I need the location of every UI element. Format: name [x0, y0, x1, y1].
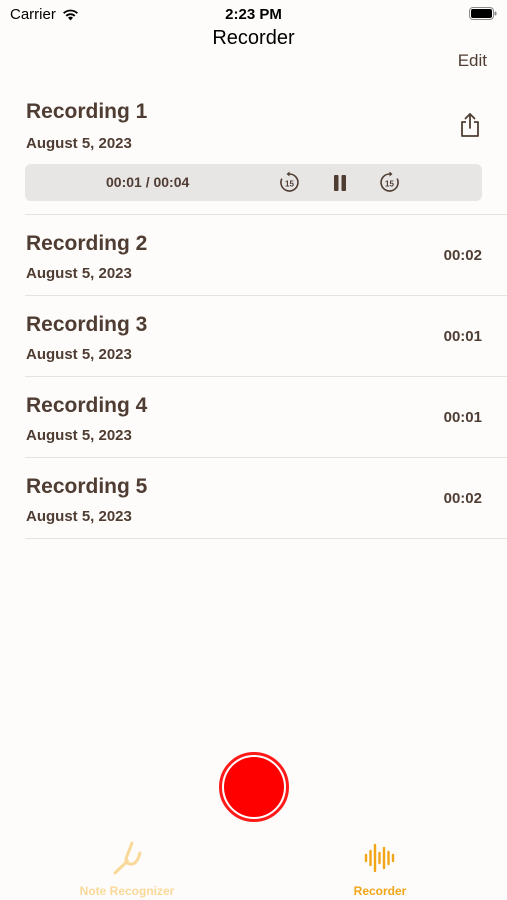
recording-row-4[interactable]: Recording 4 August 5, 2023 00:01: [25, 377, 507, 458]
recording-row-3[interactable]: Recording 3 August 5, 2023 00:01: [25, 296, 507, 377]
recording-title: Recording 3: [26, 313, 148, 336]
recording-duration: 00:01: [443, 328, 482, 345]
tuning-fork-icon: [113, 841, 142, 875]
battery-icon: [469, 7, 497, 24]
svg-text:15: 15: [385, 180, 394, 189]
share-icon[interactable]: [458, 112, 482, 138]
svg-text:15: 15: [285, 180, 294, 189]
page-title: Recorder: [212, 27, 295, 49]
tab-label: Recorder: [353, 884, 407, 898]
skip-back-15-icon[interactable]: 15: [278, 171, 301, 194]
playback-time: 00:01 / 00:04: [106, 174, 190, 190]
audio-player: 00:01 / 00:04 15 15: [25, 164, 482, 201]
tab-bar: Note Recognizer Recorder: [0, 840, 507, 900]
skip-forward-15-icon[interactable]: 15: [378, 171, 401, 194]
recording-row-1[interactable]: Recording 1 August 5, 2023 00:01 / 00:04…: [25, 82, 507, 215]
recording-date: August 5, 2023: [26, 265, 132, 282]
status-time: 2:23 PM: [225, 6, 282, 23]
recording-title: Recording 5: [26, 475, 148, 498]
recording-duration: 00:01: [443, 409, 482, 426]
recording-row-2[interactable]: Recording 2 August 5, 2023 00:02: [25, 215, 507, 296]
pause-icon[interactable]: [332, 174, 348, 192]
waveform-icon: [364, 843, 395, 873]
recording-date: August 5, 2023: [26, 135, 132, 152]
recording-title: Recording 2: [26, 232, 148, 255]
edit-button[interactable]: Edit: [458, 51, 487, 71]
record-button[interactable]: [219, 752, 289, 822]
tab-note-recognizer[interactable]: Note Recognizer: [47, 840, 207, 898]
recording-date: August 5, 2023: [26, 346, 132, 363]
recording-date: August 5, 2023: [26, 427, 132, 444]
recordings-list: Recording 1 August 5, 2023 00:01 / 00:04…: [25, 82, 507, 539]
recording-title: Recording 1: [26, 100, 148, 123]
recording-duration: 00:02: [443, 247, 482, 264]
recording-row-5[interactable]: Recording 5 August 5, 2023 00:02: [25, 458, 507, 539]
recording-title: Recording 4: [26, 394, 148, 417]
recording-date: August 5, 2023: [26, 508, 132, 525]
status-bar: Carrier 2:23 PM: [0, 0, 507, 28]
record-button-fill: [224, 757, 284, 817]
recording-duration: 00:02: [443, 490, 482, 507]
tab-recorder[interactable]: Recorder: [300, 840, 460, 898]
tab-label: Note Recognizer: [79, 884, 175, 898]
